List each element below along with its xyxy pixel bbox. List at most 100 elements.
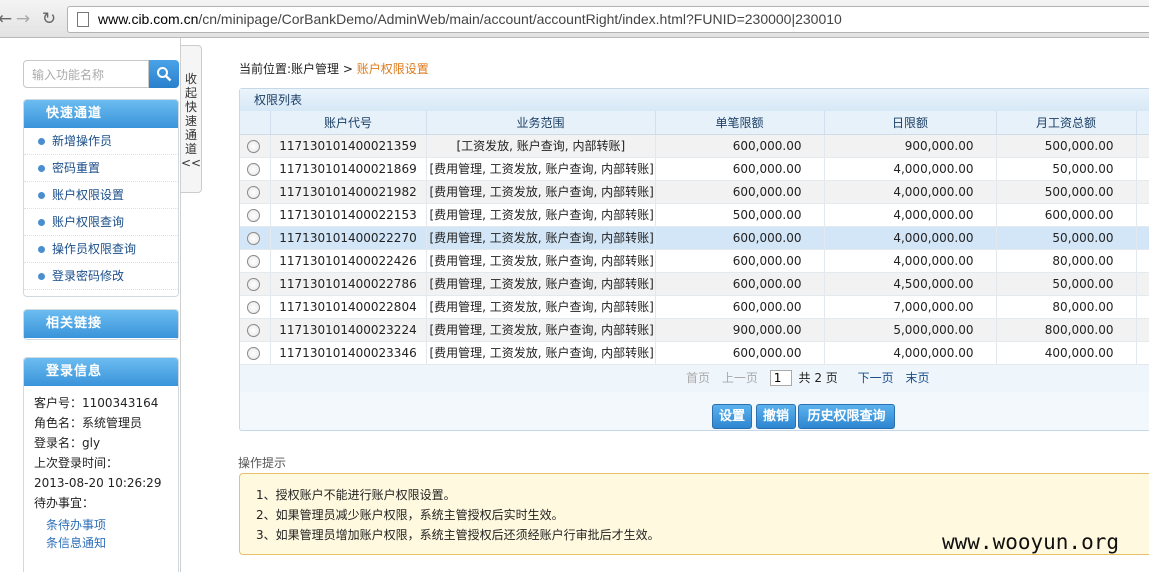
first-page-link[interactable]: 首页 bbox=[686, 371, 710, 385]
prev-page-link[interactable]: 上一页 bbox=[722, 371, 758, 385]
page-number-input[interactable]: 1 bbox=[769, 370, 792, 386]
row-radio[interactable] bbox=[247, 231, 260, 245]
last-login-time: 2013-08-20 10:26:29 bbox=[34, 476, 162, 490]
row-select-cell[interactable] bbox=[240, 226, 271, 250]
daily-limit-cell: 4,000,000.00 bbox=[824, 341, 997, 365]
search-icon bbox=[157, 67, 172, 82]
quick-access-item[interactable]: 登录密码修改 bbox=[24, 263, 178, 290]
quick-access-item[interactable]: 账户权限查询 bbox=[24, 209, 178, 236]
monthly-salary-cell: 50,000.00 bbox=[996, 272, 1137, 296]
permission-grid: 权限列表 账户代号 业务范围 单笔限额 日限额 月工资总额 1171301014… bbox=[239, 88, 1149, 431]
set-button[interactable]: 设置 bbox=[712, 404, 752, 429]
quick-access-item[interactable]: 新增操作员 bbox=[24, 128, 178, 155]
breadcrumb-current[interactable]: 账户权限设置 bbox=[357, 62, 429, 76]
search-input[interactable]: 输入功能名称 bbox=[23, 60, 149, 88]
customer-number: 客户号：1100343164 bbox=[34, 396, 159, 410]
single-limit-cell: 600,000.00 bbox=[655, 157, 825, 181]
monthly-salary-cell: 500,000.00 bbox=[996, 180, 1137, 204]
column-header-single-limit[interactable]: 单笔限额 bbox=[655, 111, 825, 135]
tips-label: 操作提示 bbox=[238, 456, 287, 470]
row-radio[interactable] bbox=[247, 162, 260, 176]
row-select-cell[interactable] bbox=[240, 157, 271, 181]
business-scope-cell: [费用管理, 工资发放, 账户查询, 内部转账] bbox=[426, 203, 656, 227]
business-scope-cell: [工资发放, 账户查询, 内部转账] bbox=[426, 134, 656, 158]
login-name: 登录名：gly bbox=[34, 436, 101, 450]
business-scope-cell: [费用管理, 工资发放, 账户查询, 内部转账] bbox=[426, 295, 656, 319]
notice-link[interactable]: 条信息通知 bbox=[24, 534, 178, 552]
row-radio[interactable] bbox=[247, 277, 260, 291]
quick-access-item[interactable]: 账户权限设置 bbox=[24, 182, 178, 209]
table-row[interactable]: 117130101400021359 [工资发放, 账户查询, 内部转账] 600,… bbox=[240, 134, 1149, 158]
quick-access-label: 操作员权限查询 bbox=[52, 242, 137, 256]
business-scope-cell: [费用管理, 工资发放, 账户查询, 内部转账] bbox=[426, 318, 656, 342]
table-row[interactable]: 117130101400023346 [费用管理, 工资发放, 账户查询, 内部转… bbox=[240, 341, 1149, 365]
collapse-label-char: 通 bbox=[184, 128, 197, 142]
account-code-cell: 117130101400023224 bbox=[270, 318, 427, 342]
row-radio[interactable] bbox=[247, 254, 260, 268]
search-button[interactable] bbox=[149, 60, 179, 88]
bullet-icon bbox=[38, 165, 45, 172]
login-info-title: 登录信息 bbox=[24, 358, 178, 386]
extra-cell bbox=[1136, 134, 1149, 158]
table-row[interactable]: 117130101400021869 [费用管理, 工资发放, 账户查询, 内部转… bbox=[240, 157, 1149, 181]
row-select-cell[interactable] bbox=[240, 341, 271, 365]
quick-access-label: 登录密码修改 bbox=[52, 269, 125, 283]
todo-link[interactable]: 条待办事项 bbox=[24, 516, 178, 534]
collapse-label-char: << bbox=[181, 156, 202, 170]
column-header-monthly-salary[interactable]: 月工资总额 bbox=[996, 111, 1137, 135]
collapse-sidebar-handle[interactable]: 收起快速通道 << bbox=[181, 45, 202, 193]
column-header-account[interactable]: 账户代号 bbox=[270, 111, 427, 135]
business-scope-cell: [费用管理, 工资发放, 账户查询, 内部转账] bbox=[426, 341, 656, 365]
main-content: 当前位置:账户管理 > 账户权限设置 权限列表 账户代号 业务范围 单笔限额 日… bbox=[238, 38, 1149, 572]
role-name: 角色名：系统管理员 bbox=[34, 416, 143, 430]
row-radio[interactable] bbox=[247, 300, 260, 314]
extra-cell bbox=[1136, 157, 1149, 181]
account-code-cell: 117130101400022804 bbox=[270, 295, 427, 319]
last-page-link[interactable]: 末页 bbox=[905, 371, 929, 385]
revoke-button[interactable]: 撤销 bbox=[756, 404, 796, 429]
table-row[interactable]: 117130101400023224 [费用管理, 工资发放, 账户查询, 内部转… bbox=[240, 318, 1149, 342]
table-row[interactable]: 117130101400022786 [费用管理, 工资发放, 账户查询, 内部转… bbox=[240, 272, 1149, 296]
collapse-label-char: 快 bbox=[184, 100, 197, 114]
quick-access-item[interactable]: 操作员权限查询 bbox=[24, 236, 178, 263]
single-limit-cell: 600,000.00 bbox=[655, 134, 825, 158]
column-header-scope[interactable]: 业务范围 bbox=[426, 111, 656, 135]
row-select-cell[interactable] bbox=[240, 272, 271, 296]
row-radio[interactable] bbox=[247, 346, 260, 360]
row-select-cell[interactable] bbox=[240, 295, 271, 319]
single-limit-cell: 600,000.00 bbox=[655, 249, 825, 273]
row-select-cell[interactable] bbox=[240, 318, 271, 342]
row-radio[interactable] bbox=[247, 139, 260, 153]
tip-line: 2、如果管理员减少账户权限，系统主管授权后实时生效。 bbox=[256, 508, 564, 522]
quick-access-label: 新增操作员 bbox=[52, 134, 113, 148]
extra-cell bbox=[1136, 203, 1149, 227]
single-limit-cell: 500,000.00 bbox=[655, 203, 825, 227]
bullet-icon bbox=[38, 138, 45, 145]
related-links-title[interactable]: 相关链接 bbox=[24, 310, 178, 338]
row-select-cell[interactable] bbox=[240, 203, 271, 227]
reload-icon[interactable]: ↻ bbox=[38, 8, 60, 30]
table-row[interactable]: 117130101400022270 [费用管理, 工资发放, 账户查询, 内部转… bbox=[240, 226, 1149, 250]
table-row[interactable]: 117130101400022804 [费用管理, 工资发放, 账户查询, 内部转… bbox=[240, 295, 1149, 319]
forward-icon[interactable]: → bbox=[12, 8, 34, 30]
table-row[interactable]: 117130101400021982 [费用管理, 工资发放, 账户查询, 内部转… bbox=[240, 180, 1149, 204]
row-select-cell[interactable] bbox=[240, 180, 271, 204]
row-radio[interactable] bbox=[247, 208, 260, 222]
quick-access-label: 密码重置 bbox=[52, 161, 101, 175]
breadcrumb: 当前位置:账户管理 > 账户权限设置 bbox=[239, 62, 429, 76]
monthly-salary-cell: 500,000.00 bbox=[996, 134, 1137, 158]
history-query-button[interactable]: 历史权限查询 bbox=[798, 404, 895, 429]
row-radio[interactable] bbox=[247, 185, 260, 199]
row-select-cell[interactable] bbox=[240, 249, 271, 273]
table-row[interactable]: 117130101400022426 [费用管理, 工资发放, 账户查询, 内部转… bbox=[240, 249, 1149, 273]
row-radio[interactable] bbox=[247, 323, 260, 337]
table-row[interactable]: 117130101400022153 [费用管理, 工资发放, 账户查询, 内部转… bbox=[240, 203, 1149, 227]
quick-access-item[interactable]: 密码重置 bbox=[24, 155, 178, 182]
monthly-salary-cell: 80,000.00 bbox=[996, 249, 1137, 273]
row-select-cell[interactable] bbox=[240, 134, 271, 158]
address-bar[interactable]: www.cib.com.cn/cn/minipage/CorBankDemo/A… bbox=[67, 6, 1149, 33]
bullet-icon bbox=[38, 273, 45, 280]
column-header-daily-limit[interactable]: 日限额 bbox=[824, 111, 997, 135]
next-page-link[interactable]: 下一页 bbox=[858, 371, 894, 385]
daily-limit-cell: 4,000,000.00 bbox=[824, 180, 997, 204]
